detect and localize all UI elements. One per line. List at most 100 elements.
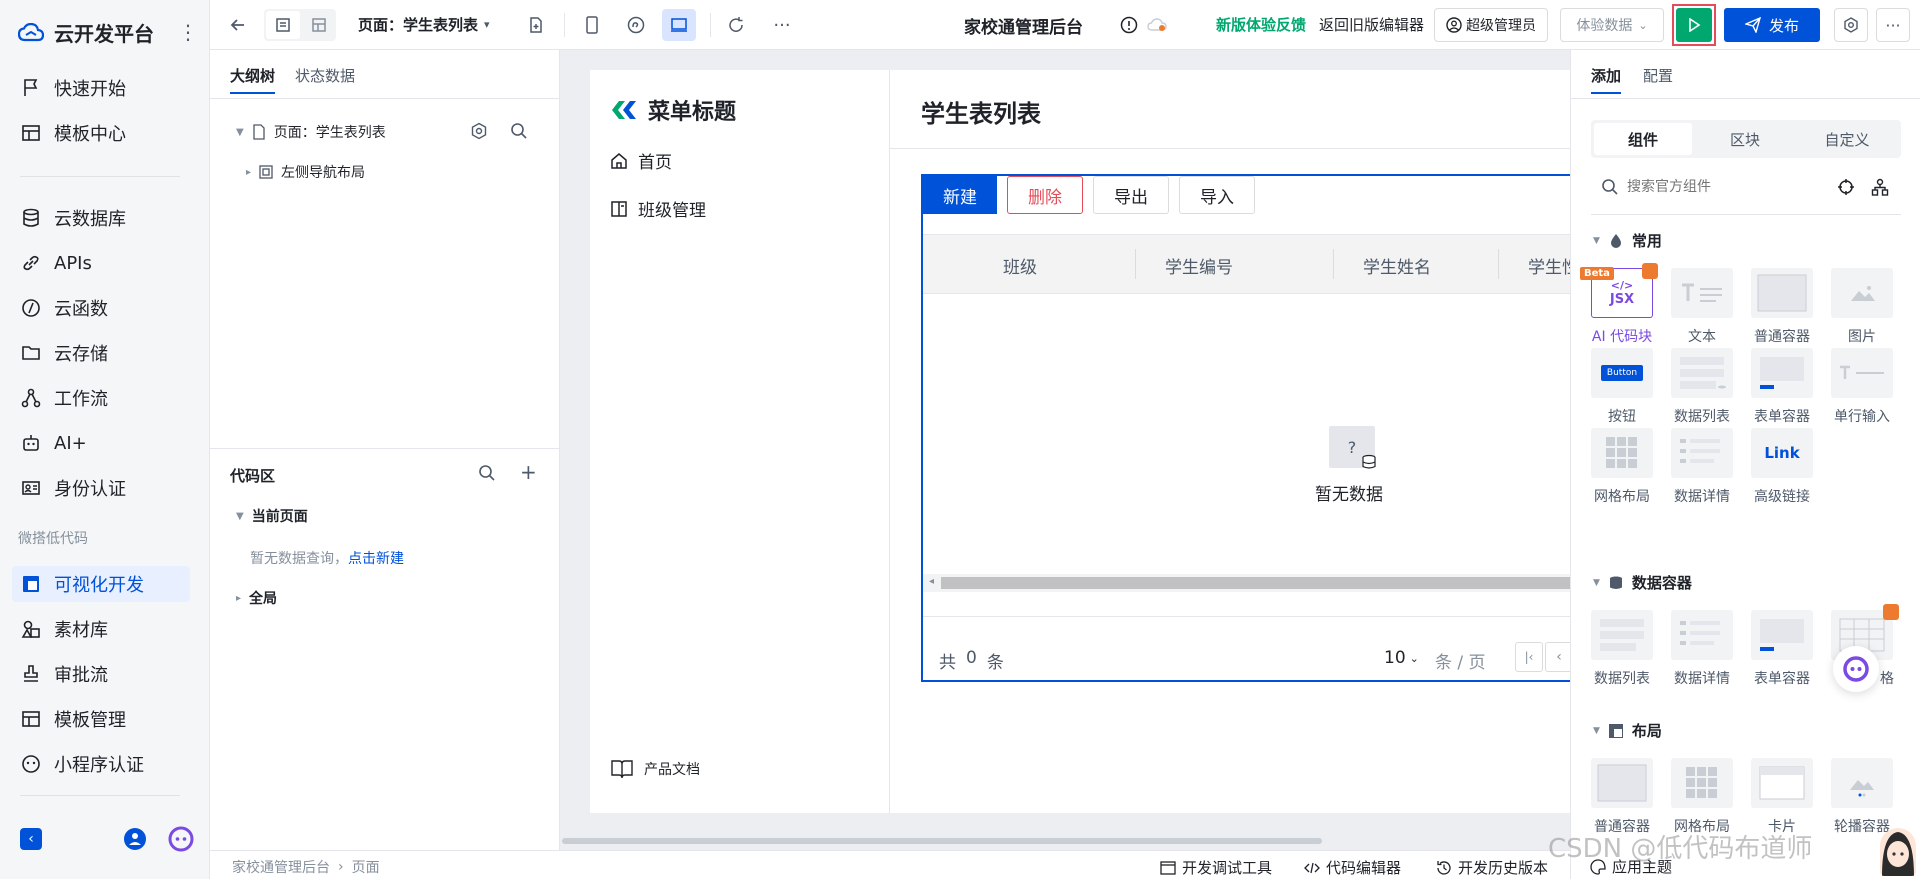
more-options-icon[interactable]: ··· [1876,8,1910,42]
breadcrumb-item[interactable]: 页面 [352,857,380,877]
miniprogram-preview-icon[interactable] [620,9,652,41]
nav-cloud-database[interactable]: 云数据库 [12,200,190,236]
dev-tools-button[interactable]: 开发调试工具 [1160,857,1272,878]
nav-visual-dev[interactable]: 可视化开发 [12,566,190,602]
nav-template-center[interactable]: 模板中心 [12,115,190,151]
column-header[interactable]: 学生性 [1528,253,1570,278]
component-carousel[interactable]: 轮播容器 [1829,758,1895,836]
nav-identity-auth[interactable]: 身份认证 [12,470,190,506]
component-ai-code-block[interactable]: </> JSX Beta AI 代码块 [1580,263,1658,346]
component-advanced-link[interactable]: Link 高级链接 [1749,428,1815,506]
floating-ai-assistant-icon[interactable] [1833,646,1879,692]
nav-template-manage[interactable]: 模板管理 [12,701,190,737]
nav-approval-flow[interactable]: 审批流 [12,656,190,692]
export-button[interactable]: 导出 [1093,176,1169,214]
current-page-node[interactable]: ▼ 当前页面 [236,506,308,526]
collapse-sidebar-icon[interactable]: ‹ [20,828,42,850]
back-arrow-icon[interactable] [224,9,252,41]
more-vertical-icon[interactable]: ⋮ [178,20,198,44]
segment-blocks[interactable]: 区块 [1696,123,1794,155]
column-header[interactable]: 学生姓名 [1363,253,1431,278]
old-editor-link[interactable]: 返回旧版编辑器 [1319,14,1424,35]
tree-node-sidebar-layout[interactable]: ▸ 左侧导航布局 [246,162,365,182]
nav-apis[interactable]: APIs [12,245,190,281]
nav-miniprogram-auth[interactable]: 小程序认证 [12,746,190,782]
component-data-list[interactable]: 数据列表 [1669,348,1735,426]
component-tree-icon[interactable] [1871,178,1889,196]
nav-quick-start[interactable]: 快速开始 [12,70,190,106]
tab-config[interactable]: 配置 [1643,65,1673,86]
column-header[interactable]: 学生编号 [1165,253,1233,278]
menu-item-class[interactable]: 班级管理 [610,196,706,221]
code-editor-button[interactable]: 代码编辑器 [1304,857,1401,878]
scrollbar-thumb[interactable] [941,577,1570,589]
info-icon[interactable] [1118,9,1140,41]
delete-button[interactable]: 删除 [1007,176,1083,214]
history-button[interactable]: 开发历史版本 [1436,857,1548,878]
component-container[interactable]: 普通容器 [1589,758,1655,836]
scroll-left-icon[interactable]: ◂ [929,576,934,587]
section-data-container[interactable]: ▼ 数据容器 [1593,572,1692,593]
search-icon[interactable] [510,122,528,140]
locate-icon[interactable] [1837,178,1855,196]
ai-assistant-icon[interactable] [168,826,194,852]
segment-components[interactable]: 组件 [1594,123,1692,155]
publish-button[interactable]: 发布 [1724,8,1820,42]
brand[interactable]: 云开发平台 [18,18,154,47]
prev-page-icon[interactable]: ‹ [1545,642,1570,672]
segment-custom[interactable]: 自定义 [1798,123,1896,155]
canvas-scrollbar[interactable] [562,838,1322,844]
table-h-scrollbar[interactable]: ◂ [923,574,1570,592]
tab-add[interactable]: 添加 [1591,65,1622,94]
tree-node-page[interactable]: ▼ 页面：学生表列表 [236,122,386,142]
page-selector[interactable]: 页面：学生表列表 ▾ [358,14,490,35]
nav-cloud-function[interactable]: 云函数 [12,290,190,326]
nav-ai-plus[interactable]: AI+ [12,425,190,461]
import-button[interactable]: 导入 [1179,176,1255,214]
component-data-list[interactable]: 数据列表 [1589,610,1655,688]
add-query-icon[interactable]: + [520,460,537,484]
section-common[interactable]: ▼ 常用 [1593,230,1662,251]
component-single-input[interactable]: 单行输入 [1829,348,1895,426]
component-card[interactable]: 卡片 [1749,758,1815,836]
code-search-icon[interactable] [478,464,496,482]
tab-outline-tree[interactable]: 大纲树 [230,65,276,94]
user-avatar-icon[interactable] [124,828,146,850]
component-button[interactable]: Button 按钮 [1589,348,1655,426]
component-form-container[interactable]: 表单容器 [1749,610,1815,688]
feedback-link[interactable]: 新版体验反馈 [1216,14,1306,35]
component-container[interactable]: 普通容器 [1749,268,1815,346]
refresh-icon[interactable] [720,9,752,41]
breadcrumb-item[interactable]: 家校通管理后台 [232,857,330,877]
nav-cloud-storage[interactable]: 云存储 [12,335,190,371]
more-horizontal-icon[interactable]: ··· [766,9,798,41]
component-search-input[interactable] [1627,174,1797,200]
layout-view-icon[interactable] [302,11,336,39]
page-view-icon[interactable] [266,11,300,39]
desktop-preview-icon[interactable] [662,9,696,41]
page-settings-icon[interactable] [470,122,488,140]
global-node[interactable]: ▸ 全局 [236,588,277,608]
component-grid-layout[interactable]: 网格布局 [1669,758,1735,836]
menu-item-home[interactable]: 首页 [610,148,672,173]
settings-gear-icon[interactable] [1834,8,1868,42]
user-menu[interactable]: 超级管理员 [1434,8,1548,42]
nav-asset-library[interactable]: 素材库 [12,611,190,647]
new-button[interactable]: 新建 [923,176,997,214]
tab-state-data[interactable]: 状态数据 [295,65,355,86]
page-size-select[interactable]: 10 ⌄ [1384,648,1419,668]
component-data-detail[interactable]: 数据详情 [1669,610,1735,688]
component-grid-layout[interactable]: 网格布局 [1589,428,1655,506]
create-query-link[interactable]: 点击新建 [348,551,404,567]
component-data-detail[interactable]: 数据详情 [1669,428,1735,506]
run-button[interactable] [1676,8,1712,42]
first-page-icon[interactable]: |‹ [1515,642,1543,672]
column-header[interactable]: 班级 [1003,253,1037,278]
component-form-container[interactable]: 表单容器 [1749,348,1815,426]
component-text[interactable]: 文本 [1669,268,1735,346]
new-page-icon[interactable] [522,9,550,41]
nav-workflow[interactable]: 工作流 [12,380,190,416]
section-layout[interactable]: ▼ 布局 [1593,720,1662,741]
mobile-preview-icon[interactable] [576,9,608,41]
product-docs-link[interactable]: 产品文档 [610,758,700,780]
